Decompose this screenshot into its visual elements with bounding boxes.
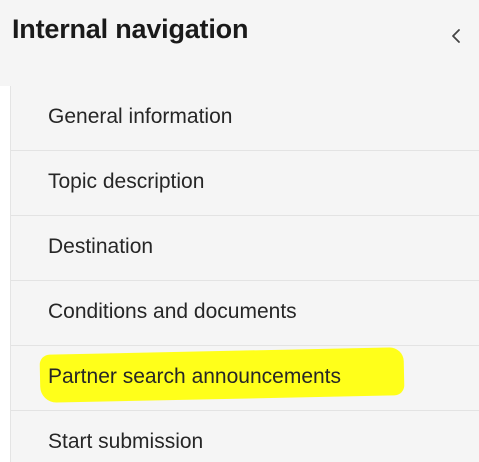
nav-item-label: General information xyxy=(48,105,233,128)
nav-item-label: Partner search announcements xyxy=(48,365,342,388)
nav-item-start-submission[interactable]: Start submission xyxy=(11,411,479,462)
nav-item-topic-description[interactable]: Topic description xyxy=(11,151,479,216)
navigation-title: Internal navigation xyxy=(12,14,249,44)
chevron-left-icon xyxy=(452,29,460,43)
navigation-list: General information Topic description De… xyxy=(10,86,479,462)
nav-item-label: Topic description xyxy=(48,170,205,193)
navigation-header: Internal navigation xyxy=(0,0,479,86)
nav-item-general-information[interactable]: General information xyxy=(11,86,479,151)
nav-item-label: Start submission xyxy=(48,430,204,453)
nav-item-conditions-and-documents[interactable]: Conditions and documents xyxy=(11,281,479,346)
nav-item-partner-search-announcements[interactable]: Partner search announcements xyxy=(11,346,479,411)
nav-item-destination[interactable]: Destination xyxy=(11,216,479,281)
internal-navigation-panel: Internal navigation General information … xyxy=(0,0,479,462)
nav-item-label: Conditions and documents xyxy=(48,300,297,323)
nav-item-label: Destination xyxy=(48,235,154,258)
collapse-navigation-button[interactable] xyxy=(442,22,470,50)
